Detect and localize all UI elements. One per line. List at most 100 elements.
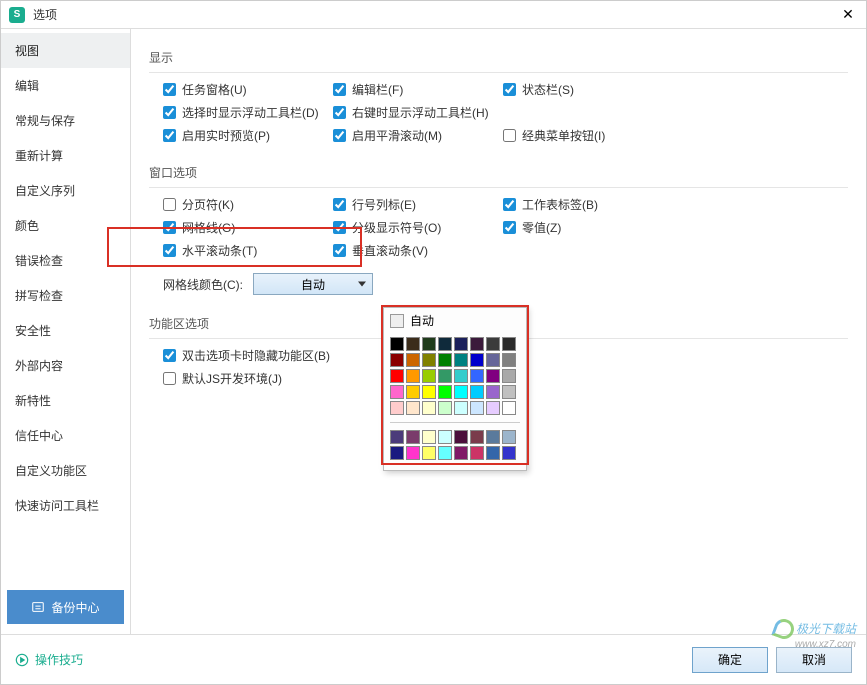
tips-link[interactable]: 操作技巧 bbox=[15, 651, 83, 668]
color-swatch[interactable] bbox=[438, 337, 452, 351]
color-swatch[interactable] bbox=[470, 337, 484, 351]
color-swatch[interactable] bbox=[486, 369, 500, 383]
color-swatch[interactable] bbox=[486, 353, 500, 367]
window-option-7[interactable]: 垂直滚动条(V) bbox=[333, 242, 503, 259]
color-swatch[interactable] bbox=[454, 430, 468, 444]
color-swatch[interactable] bbox=[438, 369, 452, 383]
display-checkbox-0[interactable] bbox=[163, 83, 176, 96]
color-swatch[interactable] bbox=[406, 401, 420, 415]
ribbon-checkbox-1[interactable] bbox=[163, 372, 176, 385]
color-swatch[interactable] bbox=[390, 401, 404, 415]
display-option-4[interactable]: 右键时显示浮动工具栏(H) bbox=[333, 104, 503, 121]
sidebar-item-11[interactable]: 信任中心 bbox=[1, 418, 130, 453]
color-swatch[interactable] bbox=[470, 353, 484, 367]
display-checkbox-1[interactable] bbox=[333, 83, 346, 96]
color-swatch[interactable] bbox=[502, 353, 516, 367]
color-swatch[interactable] bbox=[438, 385, 452, 399]
color-swatch[interactable] bbox=[422, 401, 436, 415]
color-swatch[interactable] bbox=[470, 385, 484, 399]
color-swatch[interactable] bbox=[454, 337, 468, 351]
window-option-3[interactable]: 网格线(G) bbox=[163, 219, 333, 236]
sidebar-item-8[interactable]: 安全性 bbox=[1, 313, 130, 348]
window-checkbox-5[interactable] bbox=[503, 221, 516, 234]
gridline-color-combo[interactable]: 自动 bbox=[253, 273, 373, 295]
color-swatch[interactable] bbox=[390, 446, 404, 460]
color-swatch[interactable] bbox=[422, 337, 436, 351]
display-option-6[interactable]: 启用实时预览(P) bbox=[163, 127, 333, 144]
color-swatch[interactable] bbox=[486, 401, 500, 415]
sidebar-item-7[interactable]: 拼写检查 bbox=[1, 278, 130, 313]
window-checkbox-1[interactable] bbox=[333, 198, 346, 211]
sidebar-item-4[interactable]: 自定义序列 bbox=[1, 173, 130, 208]
color-swatch[interactable] bbox=[486, 446, 500, 460]
color-swatch[interactable] bbox=[390, 369, 404, 383]
color-swatch[interactable] bbox=[406, 385, 420, 399]
ok-button[interactable]: 确定 bbox=[692, 647, 768, 673]
color-auto-option[interactable]: 自动 bbox=[384, 308, 526, 333]
color-swatch[interactable] bbox=[454, 385, 468, 399]
window-checkbox-7[interactable] bbox=[333, 244, 346, 257]
window-option-4[interactable]: 分级显示符号(O) bbox=[333, 219, 503, 236]
display-option-3[interactable]: 选择时显示浮动工具栏(D) bbox=[163, 104, 333, 121]
color-swatch[interactable] bbox=[502, 337, 516, 351]
color-swatch[interactable] bbox=[470, 401, 484, 415]
color-swatch[interactable] bbox=[406, 369, 420, 383]
color-swatch[interactable] bbox=[486, 385, 500, 399]
color-swatch[interactable] bbox=[390, 337, 404, 351]
display-option-2[interactable]: 状态栏(S) bbox=[503, 81, 673, 98]
color-swatch[interactable] bbox=[422, 430, 436, 444]
color-swatch[interactable] bbox=[502, 369, 516, 383]
display-option-0[interactable]: 任务窗格(U) bbox=[163, 81, 333, 98]
window-checkbox-4[interactable] bbox=[333, 221, 346, 234]
window-option-5[interactable]: 零值(Z) bbox=[503, 219, 673, 236]
close-icon[interactable]: ✕ bbox=[838, 5, 858, 25]
color-swatch[interactable] bbox=[422, 385, 436, 399]
sidebar-item-1[interactable]: 编辑 bbox=[1, 68, 130, 103]
sidebar-item-3[interactable]: 重新计算 bbox=[1, 138, 130, 173]
window-checkbox-3[interactable] bbox=[163, 221, 176, 234]
sidebar-item-2[interactable]: 常规与保存 bbox=[1, 103, 130, 138]
window-option-1[interactable]: 行号列标(E) bbox=[333, 196, 503, 213]
sidebar-item-13[interactable]: 快速访问工具栏 bbox=[1, 488, 130, 523]
window-option-6[interactable]: 水平滚动条(T) bbox=[163, 242, 333, 259]
display-checkbox-4[interactable] bbox=[333, 106, 346, 119]
backup-center-button[interactable]: 备份中心 bbox=[7, 590, 124, 624]
color-swatch[interactable] bbox=[486, 430, 500, 444]
color-swatch[interactable] bbox=[422, 446, 436, 460]
color-swatch[interactable] bbox=[406, 446, 420, 460]
display-option-7[interactable]: 启用平滑滚动(M) bbox=[333, 127, 503, 144]
color-swatch[interactable] bbox=[502, 401, 516, 415]
color-swatch[interactable] bbox=[502, 385, 516, 399]
display-checkbox-3[interactable] bbox=[163, 106, 176, 119]
color-swatch[interactable] bbox=[390, 353, 404, 367]
window-option-0[interactable]: 分页符(K) bbox=[163, 196, 333, 213]
window-checkbox-2[interactable] bbox=[503, 198, 516, 211]
sidebar-item-0[interactable]: 视图 bbox=[1, 33, 130, 68]
sidebar-item-6[interactable]: 错误检查 bbox=[1, 243, 130, 278]
window-option-2[interactable]: 工作表标签(B) bbox=[503, 196, 673, 213]
sidebar-item-5[interactable]: 颜色 bbox=[1, 208, 130, 243]
color-swatch[interactable] bbox=[454, 369, 468, 383]
ribbon-checkbox-0[interactable] bbox=[163, 349, 176, 362]
display-checkbox-7[interactable] bbox=[333, 129, 346, 142]
color-swatch[interactable] bbox=[454, 446, 468, 460]
color-swatch[interactable] bbox=[422, 369, 436, 383]
display-checkbox-2[interactable] bbox=[503, 83, 516, 96]
color-swatch[interactable] bbox=[470, 430, 484, 444]
window-checkbox-6[interactable] bbox=[163, 244, 176, 257]
window-checkbox-0[interactable] bbox=[163, 198, 176, 211]
color-swatch[interactable] bbox=[422, 353, 436, 367]
color-swatch[interactable] bbox=[390, 430, 404, 444]
sidebar-item-10[interactable]: 新特性 bbox=[1, 383, 130, 418]
color-swatch[interactable] bbox=[454, 353, 468, 367]
color-swatch[interactable] bbox=[406, 353, 420, 367]
color-swatch[interactable] bbox=[438, 401, 452, 415]
color-swatch[interactable] bbox=[438, 353, 452, 367]
sidebar-item-9[interactable]: 外部内容 bbox=[1, 348, 130, 383]
color-swatch[interactable] bbox=[486, 337, 500, 351]
sidebar-item-12[interactable]: 自定义功能区 bbox=[1, 453, 130, 488]
color-swatch[interactable] bbox=[406, 337, 420, 351]
color-swatch[interactable] bbox=[438, 446, 452, 460]
color-swatch[interactable] bbox=[438, 430, 452, 444]
cancel-button[interactable]: 取消 bbox=[776, 647, 852, 673]
